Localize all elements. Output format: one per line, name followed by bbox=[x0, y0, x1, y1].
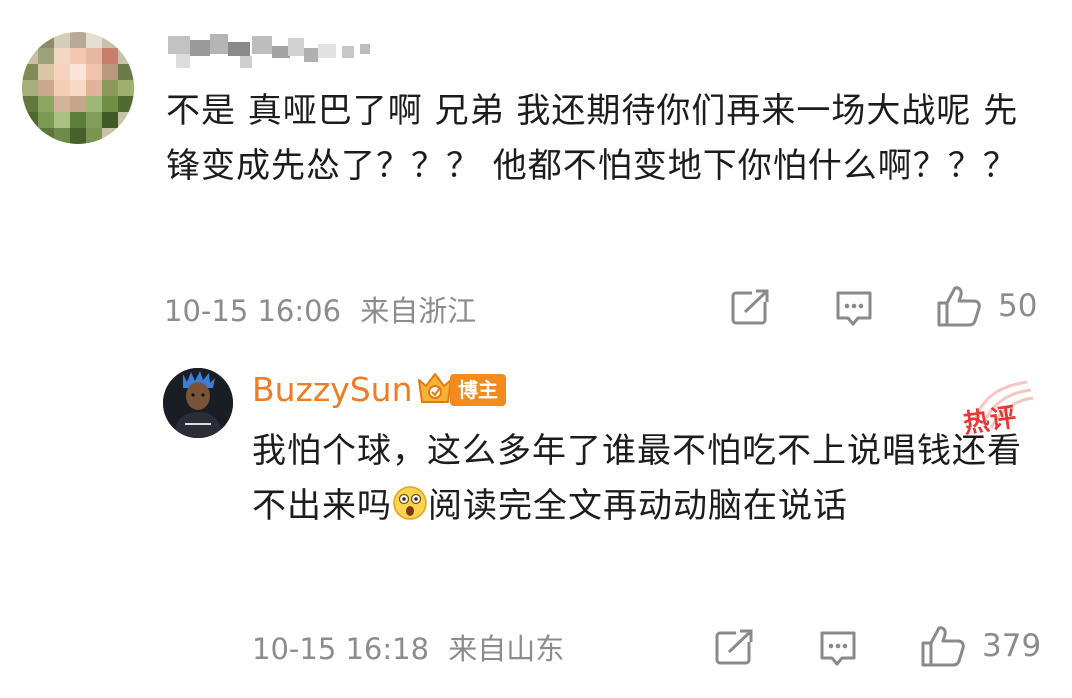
reply-text-part-2: 阅读完全文再动动脑在说话 bbox=[428, 486, 848, 526]
comment-timestamp: 10-15 16:06 bbox=[164, 294, 342, 328]
commenter-name-blurred[interactable] bbox=[168, 32, 373, 70]
comment-icon[interactable] bbox=[834, 290, 874, 328]
commenter-avatar[interactable] bbox=[22, 32, 134, 144]
comment-text: 不是 真哑巴了啊 兄弟 我还期待你们再来一场大战呢 先锋变成先怂了？？？ 他都不… bbox=[166, 91, 1019, 186]
blogger-username[interactable]: BuzzySun bbox=[252, 370, 413, 409]
share-icon[interactable] bbox=[730, 288, 770, 326]
like-count: 50 bbox=[998, 288, 1038, 324]
like-count: 379 bbox=[982, 628, 1042, 664]
comment-meta: 10-15 16:06 来自浙江 bbox=[164, 288, 476, 330]
reply-meta: 10-15 16:18 来自山东 bbox=[252, 626, 564, 668]
like-icon[interactable] bbox=[936, 284, 982, 328]
reply-text: 我怕个球，这么多年了谁最不怕吃不上说唱钱还看不出来吗 阅读完全文再动动脑在说话 bbox=[252, 424, 1052, 534]
comment-location: 来自浙江 bbox=[360, 294, 477, 328]
share-icon[interactable] bbox=[714, 628, 754, 666]
like-icon[interactable] bbox=[920, 624, 966, 668]
reply-timestamp: 10-15 16:18 bbox=[252, 632, 430, 666]
comment-icon[interactable] bbox=[818, 630, 858, 668]
astonished-emoji-icon bbox=[393, 486, 427, 520]
blogger-badge-label: 博主 bbox=[450, 374, 506, 406]
blogger-avatar[interactable] bbox=[163, 368, 233, 438]
reply-location: 来自山东 bbox=[448, 632, 565, 666]
blogger-badge: 博主 bbox=[416, 372, 506, 408]
crown-icon bbox=[418, 373, 452, 403]
